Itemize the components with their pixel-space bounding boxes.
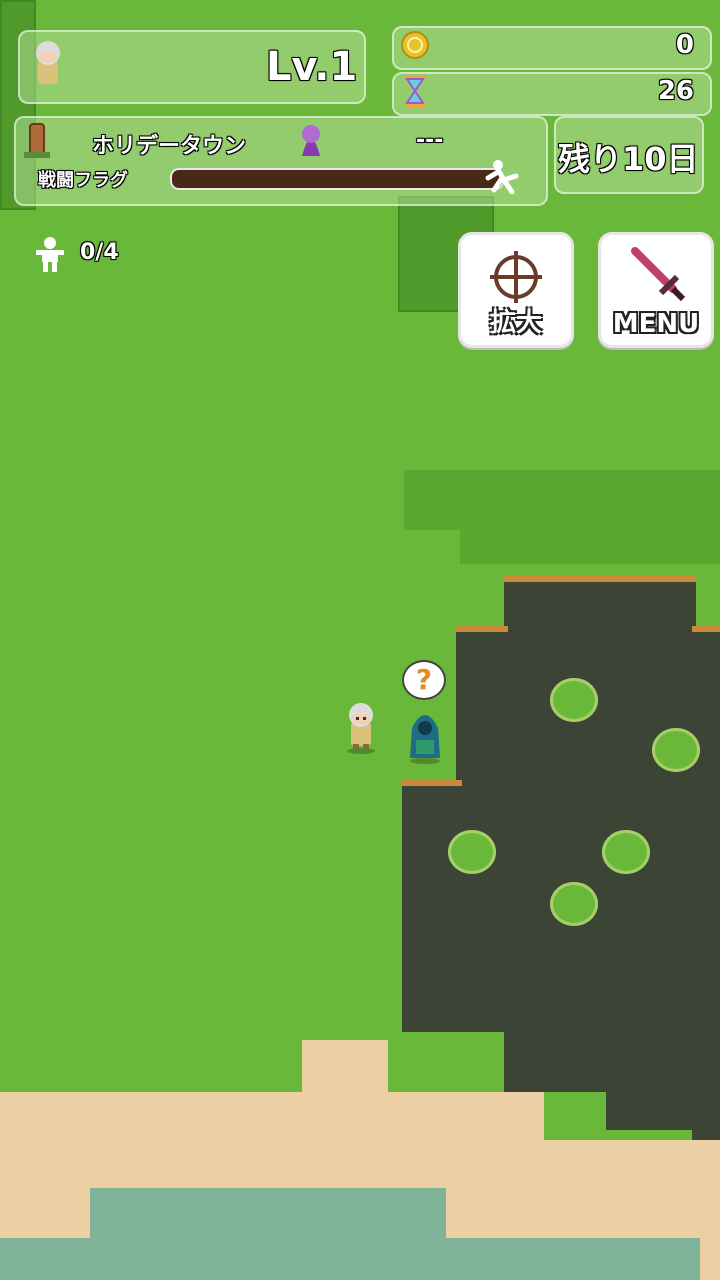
gold-panel	[392, 26, 712, 70]
moss-patch	[550, 882, 598, 926]
town-icon	[22, 120, 52, 160]
grass-shade	[460, 528, 720, 564]
moss-patch	[550, 678, 598, 722]
menu-button[interactable]: MENU	[598, 232, 714, 348]
party-icon	[34, 236, 66, 272]
hourglass-icon	[404, 74, 426, 108]
sand	[302, 1040, 388, 1100]
crosshair-icon	[488, 249, 544, 305]
moss-patch	[602, 830, 650, 874]
swamp	[504, 1020, 608, 1080]
swamp	[606, 1080, 720, 1130]
battle-flag-label: 戦闘フラグ	[38, 170, 128, 191]
zoom-button[interactable]: 拡大	[458, 232, 574, 348]
target-icon	[296, 122, 326, 160]
days-left: 残り10日	[558, 140, 699, 178]
menu-label: MENU	[612, 309, 700, 339]
town-name: ホリデータウン	[92, 134, 247, 159]
target-name: ---	[416, 128, 444, 153]
npc-hooded[interactable]	[404, 704, 446, 764]
sword-icon	[627, 243, 687, 303]
question-mark: ?	[402, 660, 446, 700]
grass-shade	[404, 470, 720, 530]
swamp	[692, 626, 720, 1142]
swamp	[402, 780, 462, 1032]
player-character[interactable]	[342, 700, 380, 754]
water	[0, 1238, 700, 1280]
runner-icon	[484, 158, 524, 195]
time-value: 26	[657, 76, 694, 106]
battle-flag-fill	[172, 170, 502, 188]
question-bubble: ?	[402, 660, 446, 702]
swamp	[504, 576, 696, 1092]
zoom-label: 拡大	[489, 308, 542, 338]
party-count: 0/4	[80, 240, 119, 265]
swamp	[456, 626, 508, 1032]
level-text: Lv.1	[266, 44, 358, 90]
battle-flag-bar	[170, 168, 504, 190]
moss-patch	[652, 728, 700, 772]
coin-icon	[400, 30, 430, 60]
gold-value: 0	[675, 30, 694, 60]
player-avatar	[28, 38, 68, 92]
moss-patch	[448, 830, 496, 874]
